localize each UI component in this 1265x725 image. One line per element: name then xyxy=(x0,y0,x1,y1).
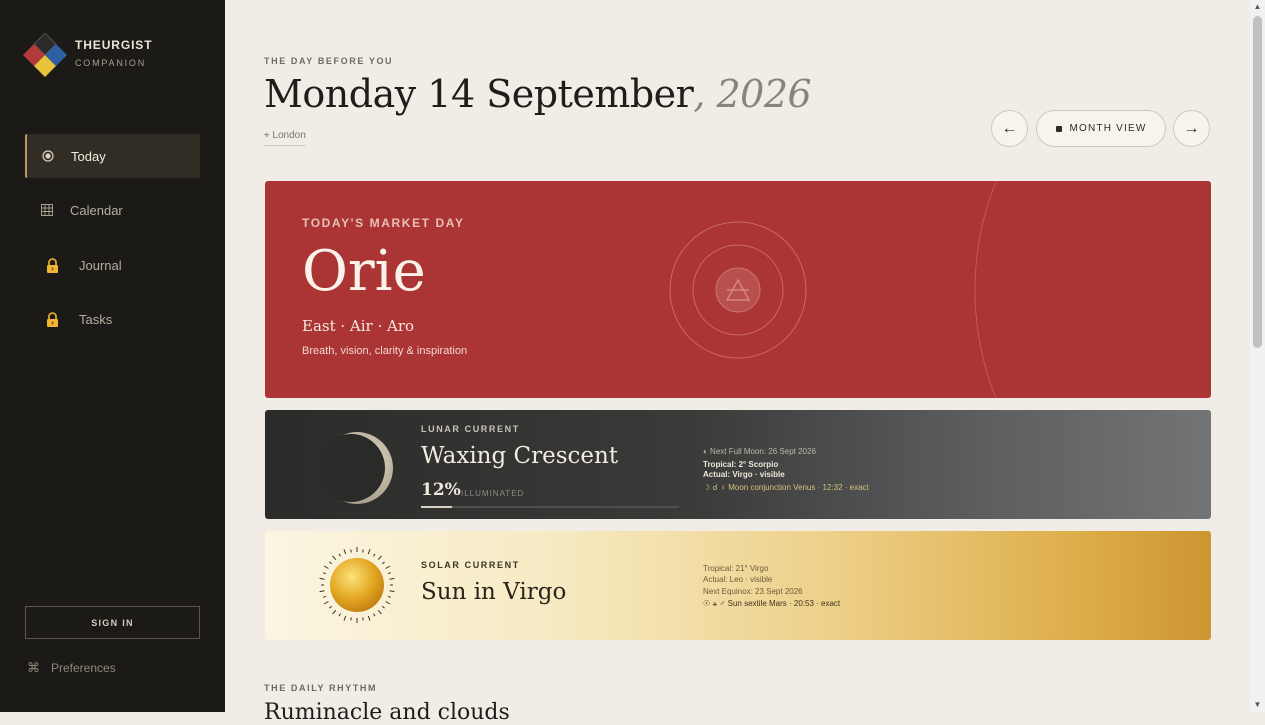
sidebar: THEURGIST COMPANION Today Calendar Journ… xyxy=(0,0,225,712)
market-day-name: Orie xyxy=(302,239,426,304)
sidebar-item-label: Journal xyxy=(79,257,122,273)
prev-day-button[interactable]: ← xyxy=(991,110,1028,147)
next-full-moon: ◐ Next Full Moon: 26 Sept 2026 xyxy=(703,447,816,456)
sidebar-item-journal[interactable]: Journal xyxy=(25,243,200,287)
market-day-card[interactable]: TODAY'S MARKET DAY Orie East · Air · Aro… xyxy=(265,181,1211,398)
illumination-bar-fill xyxy=(421,506,452,508)
preferences-link[interactable]: ⌘ Preferences xyxy=(27,660,116,676)
sidebar-item-label: Tasks xyxy=(79,311,113,327)
market-eyebrow: TODAY'S MARKET DAY xyxy=(302,216,465,230)
solar-title: Sun in Virgo xyxy=(421,579,567,605)
solar-eyebrow: SOLAR CURRENT xyxy=(421,560,520,570)
month-view-button[interactable]: MONTH VIEW xyxy=(1036,110,1166,147)
sun-icon xyxy=(319,547,395,623)
sign-in-button[interactable]: SIGN IN xyxy=(25,606,200,639)
illumination-percent: 12% xyxy=(421,480,461,500)
scroll-thumb[interactable] xyxy=(1253,16,1262,348)
rhythm-eyebrow: THE DAILY RHYTHM xyxy=(264,683,378,693)
brand-name: THEURGIST xyxy=(75,38,153,52)
lunar-aspect: ☽ ☌ ♀ Moon conjunction Venus · 12:32 · e… xyxy=(703,483,869,492)
grid-calendar-icon xyxy=(40,203,54,217)
preferences-label: Preferences xyxy=(51,661,116,675)
arrow-right-icon: → xyxy=(1183,119,1200,137)
logo-icon xyxy=(23,33,67,77)
arrow-left-icon: ← xyxy=(1001,119,1018,137)
month-view-label: MONTH VIEW xyxy=(1069,123,1147,134)
illumination-bar xyxy=(421,506,679,508)
illuminated-label: ILLUMINATED xyxy=(461,489,525,498)
page-scrollbar[interactable]: ▲ ▼ xyxy=(1250,0,1265,712)
market-attributes: East · Air · Aro xyxy=(302,317,415,335)
scroll-down-icon[interactable]: ▼ xyxy=(1253,700,1262,709)
lunar-phase: Waxing Crescent xyxy=(421,443,619,469)
solar-tropical: Tropical: 21° Virgo xyxy=(703,564,769,573)
rhythm-title: Ruminacle and clouds xyxy=(264,700,510,725)
sidebar-item-label: Today xyxy=(71,148,106,164)
date-main: Monday 14 September xyxy=(264,72,694,116)
moon-icon xyxy=(320,432,393,504)
lunar-actual: Actual: Virgo · visible xyxy=(703,470,785,479)
sidebar-item-label: Calendar xyxy=(70,202,123,218)
page-eyebrow: THE DAY BEFORE YOU xyxy=(264,56,394,66)
solar-actual: Actual: Leo · visible xyxy=(703,575,773,584)
list-icon xyxy=(1055,125,1062,132)
location-label[interactable]: ⌖ London xyxy=(264,130,306,146)
next-day-button[interactable]: → xyxy=(1173,110,1210,147)
command-icon: ⌘ xyxy=(27,660,40,675)
lunar-card[interactable]: LUNAR CURRENT Waxing Crescent 12% ILLUMI… xyxy=(265,410,1211,519)
lunar-eyebrow: LUNAR CURRENT xyxy=(421,424,520,434)
radio-dot-icon xyxy=(41,149,55,163)
sidebar-item-tasks[interactable]: Tasks xyxy=(25,297,200,341)
scroll-up-icon[interactable]: ▲ xyxy=(1253,2,1262,11)
solar-card[interactable]: SOLAR CURRENT Sun in Virgo Tropical: 21°… xyxy=(265,531,1211,640)
sidebar-item-today[interactable]: Today xyxy=(25,134,200,178)
next-equinox: Next Equinox: 23 Sept 2026 xyxy=(703,587,803,596)
solar-aspect: ☉ ⚹ ♂ Sun sextile Mars · 20:53 · exact xyxy=(703,599,841,608)
date-year: , 2026 xyxy=(693,72,812,116)
lock-icon xyxy=(45,311,59,327)
page-title: Monday 14 September, 2026 xyxy=(264,72,812,116)
brand-subtitle: COMPANION xyxy=(75,58,147,68)
market-description: Breath, vision, clarity & inspiration xyxy=(302,345,468,357)
lock-icon xyxy=(45,257,59,273)
sidebar-item-calendar[interactable]: Calendar xyxy=(25,188,200,232)
